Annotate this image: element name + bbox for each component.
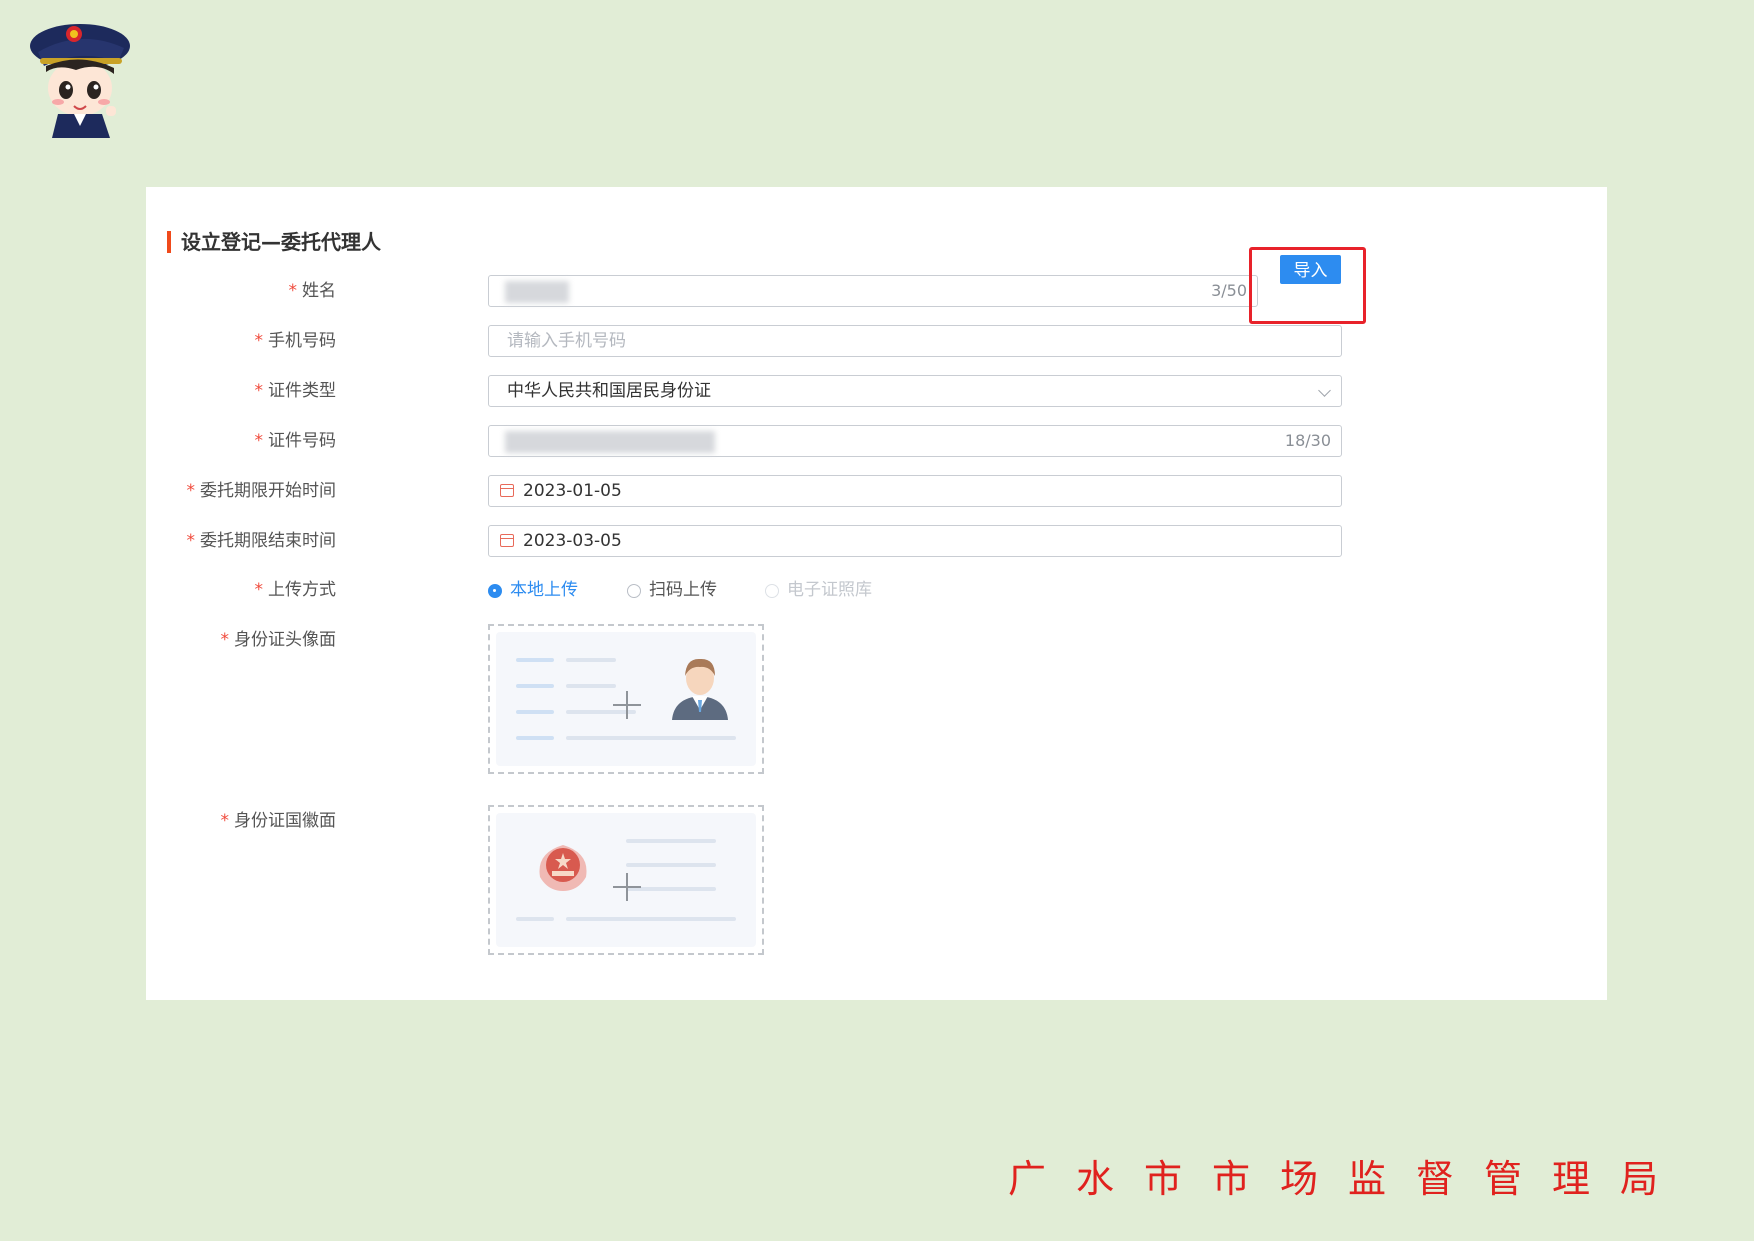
id-back-placeholder <box>496 813 756 947</box>
id-back-row: * 身份证国徽面 <box>146 805 1346 955</box>
start-date-row: * 委托期限开始时间 2023-01-05 <box>146 475 1346 507</box>
phone-row: * 手机号码 请输入手机号码 <box>146 325 1346 357</box>
end-date-label: * 委托期限结束时间 <box>187 525 337 557</box>
placeholder-line <box>566 736 736 740</box>
required-mark: * <box>254 381 264 401</box>
section-title: 设立登记—委托代理人 <box>167 231 381 253</box>
name-label: * 姓名 <box>289 275 337 307</box>
name-label-text: 姓名 <box>302 281 336 301</box>
placeholder-line <box>516 917 554 921</box>
radio-label: 扫码上传 <box>649 580 717 600</box>
phone-placeholder: 请输入手机号码 <box>507 331 626 351</box>
mascot-logo <box>30 24 130 138</box>
placeholder-line <box>566 684 616 688</box>
phone-input[interactable]: 请输入手机号码 <box>488 325 1342 357</box>
placeholder-line <box>516 710 554 714</box>
required-mark: * <box>254 431 264 451</box>
placeholder-line <box>566 658 616 662</box>
calendar-icon <box>500 534 514 547</box>
radio-dot-disabled <box>765 584 779 598</box>
id-number-label-text: 证件号码 <box>268 431 336 451</box>
id-front-upload[interactable] <box>488 624 764 774</box>
required-mark: * <box>186 531 196 551</box>
required-mark: * <box>186 481 196 501</box>
highlight-box <box>1249 247 1366 324</box>
placeholder-line <box>626 863 716 867</box>
avatar-icon <box>672 658 728 720</box>
name-input[interactable]: 3/50 <box>488 275 1258 307</box>
calendar-icon <box>500 484 514 497</box>
required-mark: * <box>254 580 264 600</box>
id-type-label: * 证件类型 <box>255 375 337 407</box>
required-mark: * <box>220 811 230 831</box>
footer-agency-name: 广水市市场监督管理局 <box>1008 1157 1689 1201</box>
chevron-down-icon <box>1318 384 1331 397</box>
start-date-label: * 委托期限开始时间 <box>187 475 337 507</box>
start-date-picker[interactable]: 2023-01-05 <box>488 475 1342 507</box>
id-number-input[interactable]: 18/30 <box>488 425 1342 457</box>
redacted-value <box>505 431 715 453</box>
form-panel: 设立登记—委托代理人 * 姓名 3/50 导入 * 手机号码 请输入手机号码 * 证件… <box>146 187 1607 1000</box>
id-back-label-text: 身份证国徽面 <box>234 811 336 831</box>
id-type-row: * 证件类型 中华人民共和国居民身份证 <box>146 375 1346 407</box>
name-row: * 姓名 3/50 <box>146 275 1346 307</box>
required-mark: * <box>288 281 298 301</box>
end-date-value: 2023-03-05 <box>523 531 622 551</box>
id-back-upload[interactable] <box>488 805 764 955</box>
id-number-counter: 18/30 <box>1284 431 1331 450</box>
end-date-label-text: 委托期限结束时间 <box>200 531 336 551</box>
plus-icon <box>613 691 641 719</box>
id-front-label: * 身份证头像面 <box>221 624 337 656</box>
id-back-label: * 身份证国徽面 <box>221 805 337 837</box>
required-mark: * <box>220 630 230 650</box>
start-date-label-text: 委托期限开始时间 <box>200 481 336 501</box>
national-emblem-icon <box>539 845 587 891</box>
phone-label: * 手机号码 <box>255 325 337 357</box>
placeholder-line <box>626 839 716 843</box>
placeholder-line <box>566 917 736 921</box>
radio-dot-selected <box>488 584 502 598</box>
placeholder-line <box>516 658 554 662</box>
name-counter: 3/50 <box>1211 281 1247 300</box>
end-date-row: * 委托期限结束时间 2023-03-05 <box>146 525 1346 557</box>
placeholder-line <box>516 736 554 740</box>
id-type-select[interactable]: 中华人民共和国居民身份证 <box>488 375 1342 407</box>
id-number-label: * 证件号码 <box>255 425 337 457</box>
id-type-value: 中华人民共和国居民身份证 <box>507 381 711 401</box>
required-mark: * <box>254 331 264 351</box>
placeholder-line <box>516 684 554 688</box>
start-date-value: 2023-01-05 <box>523 481 622 501</box>
radio-label: 本地上传 <box>510 580 578 600</box>
radio-dot <box>627 584 641 598</box>
upload-method-row: * 上传方式 本地上传 扫码上传 电子证照库 <box>146 574 1346 606</box>
id-front-row: * 身份证头像面 <box>146 624 1346 774</box>
upload-method-label: * 上传方式 <box>255 574 337 606</box>
id-front-placeholder <box>496 632 756 766</box>
end-date-picker[interactable]: 2023-03-05 <box>488 525 1342 557</box>
phone-label-text: 手机号码 <box>268 331 336 351</box>
redacted-value <box>505 281 569 303</box>
plus-icon <box>613 873 641 901</box>
upload-method-label-text: 上传方式 <box>268 580 336 600</box>
id-number-row: * 证件号码 18/30 <box>146 425 1346 457</box>
radio-label: 电子证照库 <box>787 580 872 600</box>
id-type-label-text: 证件类型 <box>268 381 336 401</box>
id-front-label-text: 身份证头像面 <box>234 630 336 650</box>
